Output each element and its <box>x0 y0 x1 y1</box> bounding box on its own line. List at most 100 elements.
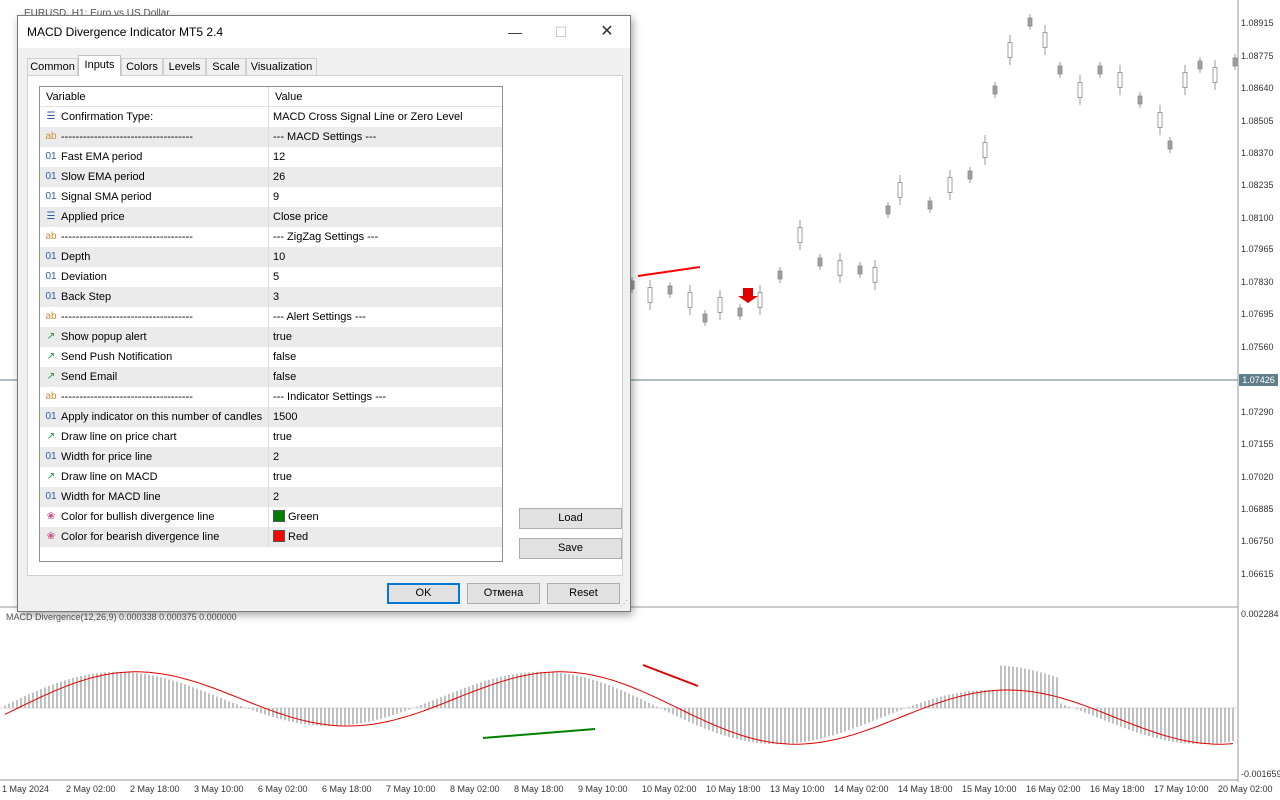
close-icon[interactable]: ✕ <box>584 16 630 48</box>
price-tick-label: 1.08640 <box>1241 83 1274 93</box>
grid-row[interactable]: ab ------------------------------------ --… <box>40 227 502 247</box>
inputs-grid[interactable]: Variable Value ☰ Confirmation Type: MACD C… <box>39 86 503 562</box>
date-tick-label: 1 May 2024 <box>2 784 50 794</box>
variable-cell: ☰ Applied price <box>40 207 269 227</box>
grid-row[interactable]: ab ------------------------------------ --… <box>40 387 502 407</box>
grid-row[interactable]: ❀ Color for bullish divergence line Green <box>40 507 502 527</box>
value-cell[interactable]: false <box>269 347 502 367</box>
grid-row[interactable]: ↗ Send Email false <box>40 367 502 387</box>
tab-common[interactable]: Common <box>27 58 78 75</box>
variable-cell: 01 Deviation <box>40 267 269 287</box>
grid-row[interactable]: 01 Apply indicator on this number of cand… <box>40 407 502 427</box>
value-cell[interactable]: Red <box>269 527 502 547</box>
candle-body <box>947 177 953 193</box>
candle-body <box>1057 65 1063 75</box>
grid-row[interactable]: 01 Deviation 5 <box>40 267 502 287</box>
value-cell[interactable]: 5 <box>269 267 502 287</box>
date-tick-label: 10 May 18:00 <box>706 784 761 794</box>
reset-button[interactable]: Reset <box>547 583 620 604</box>
variable-value: Green <box>288 511 319 523</box>
grid-row[interactable]: 01 Slow EMA period 26 <box>40 167 502 187</box>
grid-row[interactable]: ☰ Confirmation Type: MACD Cross Signal Lin… <box>40 107 502 127</box>
value-cell[interactable]: --- ZigZag Settings --- <box>269 227 502 247</box>
candle-body <box>1027 17 1033 27</box>
candle-body <box>1182 72 1188 88</box>
header-divider <box>40 106 502 107</box>
enum-icon: ☰ <box>46 211 56 222</box>
grid-row[interactable]: ↗ Send Push Notification false <box>40 347 502 367</box>
value-cell[interactable]: 2 <box>269 487 502 507</box>
grid-row[interactable]: ❀ Color for bearish divergence line Red <box>40 527 502 547</box>
price-tick-label: 1.08775 <box>1241 51 1274 61</box>
value-cell[interactable]: 12 <box>269 147 502 167</box>
dialog-titlebar[interactable]: MACD Divergence Indicator MT5 2.4 — ☐ ✕ <box>18 16 630 48</box>
value-cell[interactable]: 10 <box>269 247 502 267</box>
grid-row[interactable]: ↗ Show popup alert true <box>40 327 502 347</box>
date-tick-label: 14 May 18:00 <box>898 784 953 794</box>
grid-row[interactable]: 01 Back Step 3 <box>40 287 502 307</box>
variable-name: Color for bearish divergence line <box>61 531 220 543</box>
date-tick-label: 6 May 02:00 <box>258 784 308 794</box>
tab-scale[interactable]: Scale <box>206 58 246 75</box>
date-tick-label: 6 May 18:00 <box>322 784 372 794</box>
value-cell[interactable]: Close price <box>269 207 502 227</box>
enum-icon: ☰ <box>46 111 56 122</box>
price-tick-label: 1.08370 <box>1241 148 1274 158</box>
candle-body <box>737 307 743 317</box>
macd-axis-bottom: -0.001659 <box>1241 769 1280 779</box>
value-cell[interactable]: 26 <box>269 167 502 187</box>
variable-value: --- MACD Settings --- <box>273 131 377 143</box>
minimize-icon[interactable]: — <box>492 16 538 48</box>
header-variable-cell: Variable <box>40 87 269 107</box>
value-cell[interactable]: false <box>269 367 502 387</box>
grid-row[interactable]: ↗ Draw line on MACD true <box>40 467 502 487</box>
color-swatch[interactable] <box>273 510 285 522</box>
candle-body <box>927 200 933 210</box>
string-icon: ab <box>45 131 57 142</box>
value-cell[interactable]: --- Alert Settings --- <box>269 307 502 327</box>
grid-row[interactable]: ab ------------------------------------ --… <box>40 127 502 147</box>
resize-grip-icon[interactable]: ⋰ <box>618 599 628 609</box>
grid-row[interactable]: ab ------------------------------------ --… <box>40 307 502 327</box>
value-cell[interactable]: 9 <box>269 187 502 207</box>
save-button[interactable]: Save <box>519 538 622 559</box>
variable-cell: ↗ Send Email <box>40 367 269 387</box>
value-cell[interactable]: true <box>269 327 502 347</box>
load-button[interactable]: Load <box>519 508 622 529</box>
color-swatch[interactable] <box>273 530 285 542</box>
value-cell[interactable]: true <box>269 467 502 487</box>
ok-button[interactable]: OK <box>387 583 460 604</box>
variable-value: 5 <box>273 271 280 283</box>
tab-colors[interactable]: Colors <box>121 58 163 75</box>
grid-row[interactable]: 01 Depth 10 <box>40 247 502 267</box>
value-cell[interactable]: 2 <box>269 447 502 467</box>
grid-row[interactable]: ☰ Applied price Close price <box>40 207 502 227</box>
variable-value: 9 <box>273 191 280 203</box>
tab-visualization[interactable]: Visualization <box>246 58 317 75</box>
value-cell[interactable]: 3 <box>269 287 502 307</box>
value-cell[interactable]: 1500 <box>269 407 502 427</box>
cancel-button[interactable]: Отмена <box>467 583 540 604</box>
value-cell[interactable]: MACD Cross Signal Line or Zero Level <box>269 107 502 127</box>
variable-name: Deviation <box>61 271 107 283</box>
date-tick-label: 17 May 10:00 <box>1154 784 1209 794</box>
value-cell[interactable]: Green <box>269 507 502 527</box>
variable-name: ------------------------------------ <box>61 391 193 403</box>
variable-cell: 01 Depth <box>40 247 269 267</box>
date-tick-label: 20 May 02:00 <box>1218 784 1273 794</box>
value-cell[interactable]: true <box>269 427 502 447</box>
value-cell[interactable]: --- MACD Settings --- <box>269 127 502 147</box>
grid-row[interactable]: ↗ Draw line on price chart true <box>40 427 502 447</box>
header-value-cell: Value <box>269 87 502 107</box>
grid-row[interactable]: 01 Signal SMA period 9 <box>40 187 502 207</box>
variable-cell: ↗ Send Push Notification <box>40 347 269 367</box>
price-tick-label: 1.07830 <box>1241 277 1274 287</box>
grid-row[interactable]: 01 Width for MACD line 2 <box>40 487 502 507</box>
variable-value: Red <box>288 531 309 543</box>
grid-row[interactable]: 01 Width for price line 2 <box>40 447 502 467</box>
tab-inputs[interactable]: Inputs <box>78 55 121 76</box>
value-cell[interactable]: --- Indicator Settings --- <box>269 387 502 407</box>
variable-name: Confirmation Type: <box>61 111 154 123</box>
grid-row[interactable]: 01 Fast EMA period 12 <box>40 147 502 167</box>
tab-levels[interactable]: Levels <box>163 58 206 75</box>
